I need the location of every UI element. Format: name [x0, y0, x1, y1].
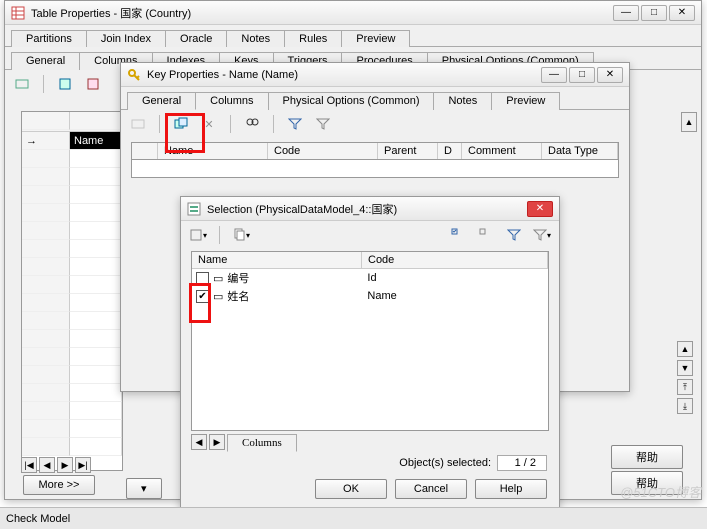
- min-button[interactable]: —: [613, 5, 639, 21]
- tab-general[interactable]: General: [11, 52, 80, 70]
- column-icon: ▭: [213, 290, 223, 303]
- filter-icon[interactable]: [503, 224, 525, 246]
- add-columns-icon[interactable]: [170, 113, 192, 135]
- tab-preview[interactable]: Preview: [491, 92, 560, 110]
- max-button[interactable]: □: [641, 5, 667, 21]
- column-icon: ▭: [213, 272, 223, 285]
- move-bottom-icon[interactable]: ⤓: [677, 398, 693, 414]
- tab-rules[interactable]: Rules: [284, 30, 342, 47]
- item-name: 姓名: [227, 288, 367, 304]
- select-none-icon[interactable]: [475, 224, 497, 246]
- dropdown-button[interactable]: ▾: [126, 478, 162, 499]
- tab-preview[interactable]: Preview: [341, 30, 410, 47]
- filter-clear-icon[interactable]: ▾: [531, 224, 553, 246]
- window-title: Selection (PhysicalDataModel_4::国家): [207, 201, 521, 217]
- item-code: Name: [367, 290, 396, 302]
- selection-icon: [187, 202, 201, 216]
- tab-notes[interactable]: Notes: [433, 92, 492, 110]
- cancel-button[interactable]: Cancel: [395, 479, 467, 499]
- window-title: Key Properties - Name (Name): [147, 69, 535, 81]
- status-label: Object(s) selected:: [399, 457, 491, 469]
- copy-icon[interactable]: ▾: [230, 224, 252, 246]
- insert-icon[interactable]: [54, 73, 76, 95]
- scroll-last-icon[interactable]: ▶|: [75, 457, 91, 473]
- col-blank: [132, 143, 158, 159]
- filter2-icon[interactable]: [312, 113, 334, 135]
- tab-columns[interactable]: Columns: [227, 434, 297, 452]
- grid-scroll-up-icon[interactable]: ▲: [681, 112, 697, 132]
- close-button[interactable]: ✕: [527, 201, 553, 217]
- find-icon[interactable]: [241, 113, 263, 135]
- list-item[interactable]: ✔ ▭ 姓名 Name: [192, 287, 548, 305]
- filter-icon[interactable]: [284, 113, 306, 135]
- min-button[interactable]: —: [541, 67, 567, 83]
- help-button-2[interactable]: 帮助: [611, 471, 683, 495]
- more-button[interactable]: More >>: [23, 475, 95, 495]
- move-up-icon[interactable]: ▲: [677, 341, 693, 357]
- status-count: 1 / 2: [497, 455, 547, 471]
- grid-cell-name[interactable]: Name: [70, 132, 122, 150]
- ok-button[interactable]: OK: [315, 479, 387, 499]
- scroll-prev-icon[interactable]: ◀: [39, 457, 55, 473]
- checkbox-checked[interactable]: ✔: [196, 290, 209, 303]
- table-icon: [11, 6, 25, 20]
- help-button[interactable]: 帮助: [611, 445, 683, 469]
- move-down-icon[interactable]: ▼: [677, 360, 693, 376]
- status-bar-text: Check Model: [6, 513, 70, 525]
- col-code[interactable]: Code: [268, 143, 378, 159]
- tab-partitions[interactable]: Partitions: [11, 30, 87, 47]
- tab-joinindex[interactable]: Join Index: [86, 30, 166, 47]
- max-button[interactable]: □: [569, 67, 595, 83]
- col-datatype[interactable]: Data Type: [542, 143, 618, 159]
- move-top-icon[interactable]: ⤒: [677, 379, 693, 395]
- customize-icon[interactable]: ▾: [187, 224, 209, 246]
- key-icon: [127, 68, 141, 82]
- tab-columns[interactable]: Columns: [195, 92, 268, 110]
- tab-notes[interactable]: Notes: [226, 30, 285, 47]
- properties-icon[interactable]: [127, 113, 149, 135]
- col-parent[interactable]: Parent: [378, 143, 438, 159]
- col-code[interactable]: Code: [362, 252, 548, 268]
- grid-empty-row[interactable]: [131, 160, 619, 178]
- tab-scroll-right-icon[interactable]: ▶: [209, 434, 225, 450]
- checkbox[interactable]: [196, 272, 209, 285]
- col-comment[interactable]: Comment: [462, 143, 542, 159]
- properties-icon[interactable]: [11, 73, 33, 95]
- add-icon[interactable]: [82, 73, 104, 95]
- item-code: Id: [367, 272, 376, 284]
- window-title: Table Properties - 国家 (Country): [31, 5, 607, 21]
- keys-grid[interactable]: → Name: [21, 111, 123, 471]
- tab-oracle[interactable]: Oracle: [165, 30, 227, 47]
- help-button[interactable]: Help: [475, 479, 547, 499]
- col-name[interactable]: Name: [158, 143, 268, 159]
- col-name[interactable]: Name: [192, 252, 362, 268]
- scroll-first-icon[interactable]: |◀: [21, 457, 37, 473]
- row-pointer-icon: →: [26, 135, 37, 147]
- delete-icon[interactable]: ✕: [198, 113, 220, 135]
- close-button[interactable]: ✕: [669, 5, 695, 21]
- scroll-next-icon[interactable]: ▶: [57, 457, 73, 473]
- close-button[interactable]: ✕: [597, 67, 623, 83]
- tab-scroll-left-icon[interactable]: ◀: [191, 434, 207, 450]
- tab-physopts[interactable]: Physical Options (Common): [268, 92, 435, 110]
- select-all-icon[interactable]: [447, 224, 469, 246]
- list-item[interactable]: ▭ 编号 Id: [192, 269, 548, 287]
- item-name: 编号: [227, 270, 367, 286]
- tab-general[interactable]: General: [127, 92, 196, 110]
- col-d[interactable]: D: [438, 143, 462, 159]
